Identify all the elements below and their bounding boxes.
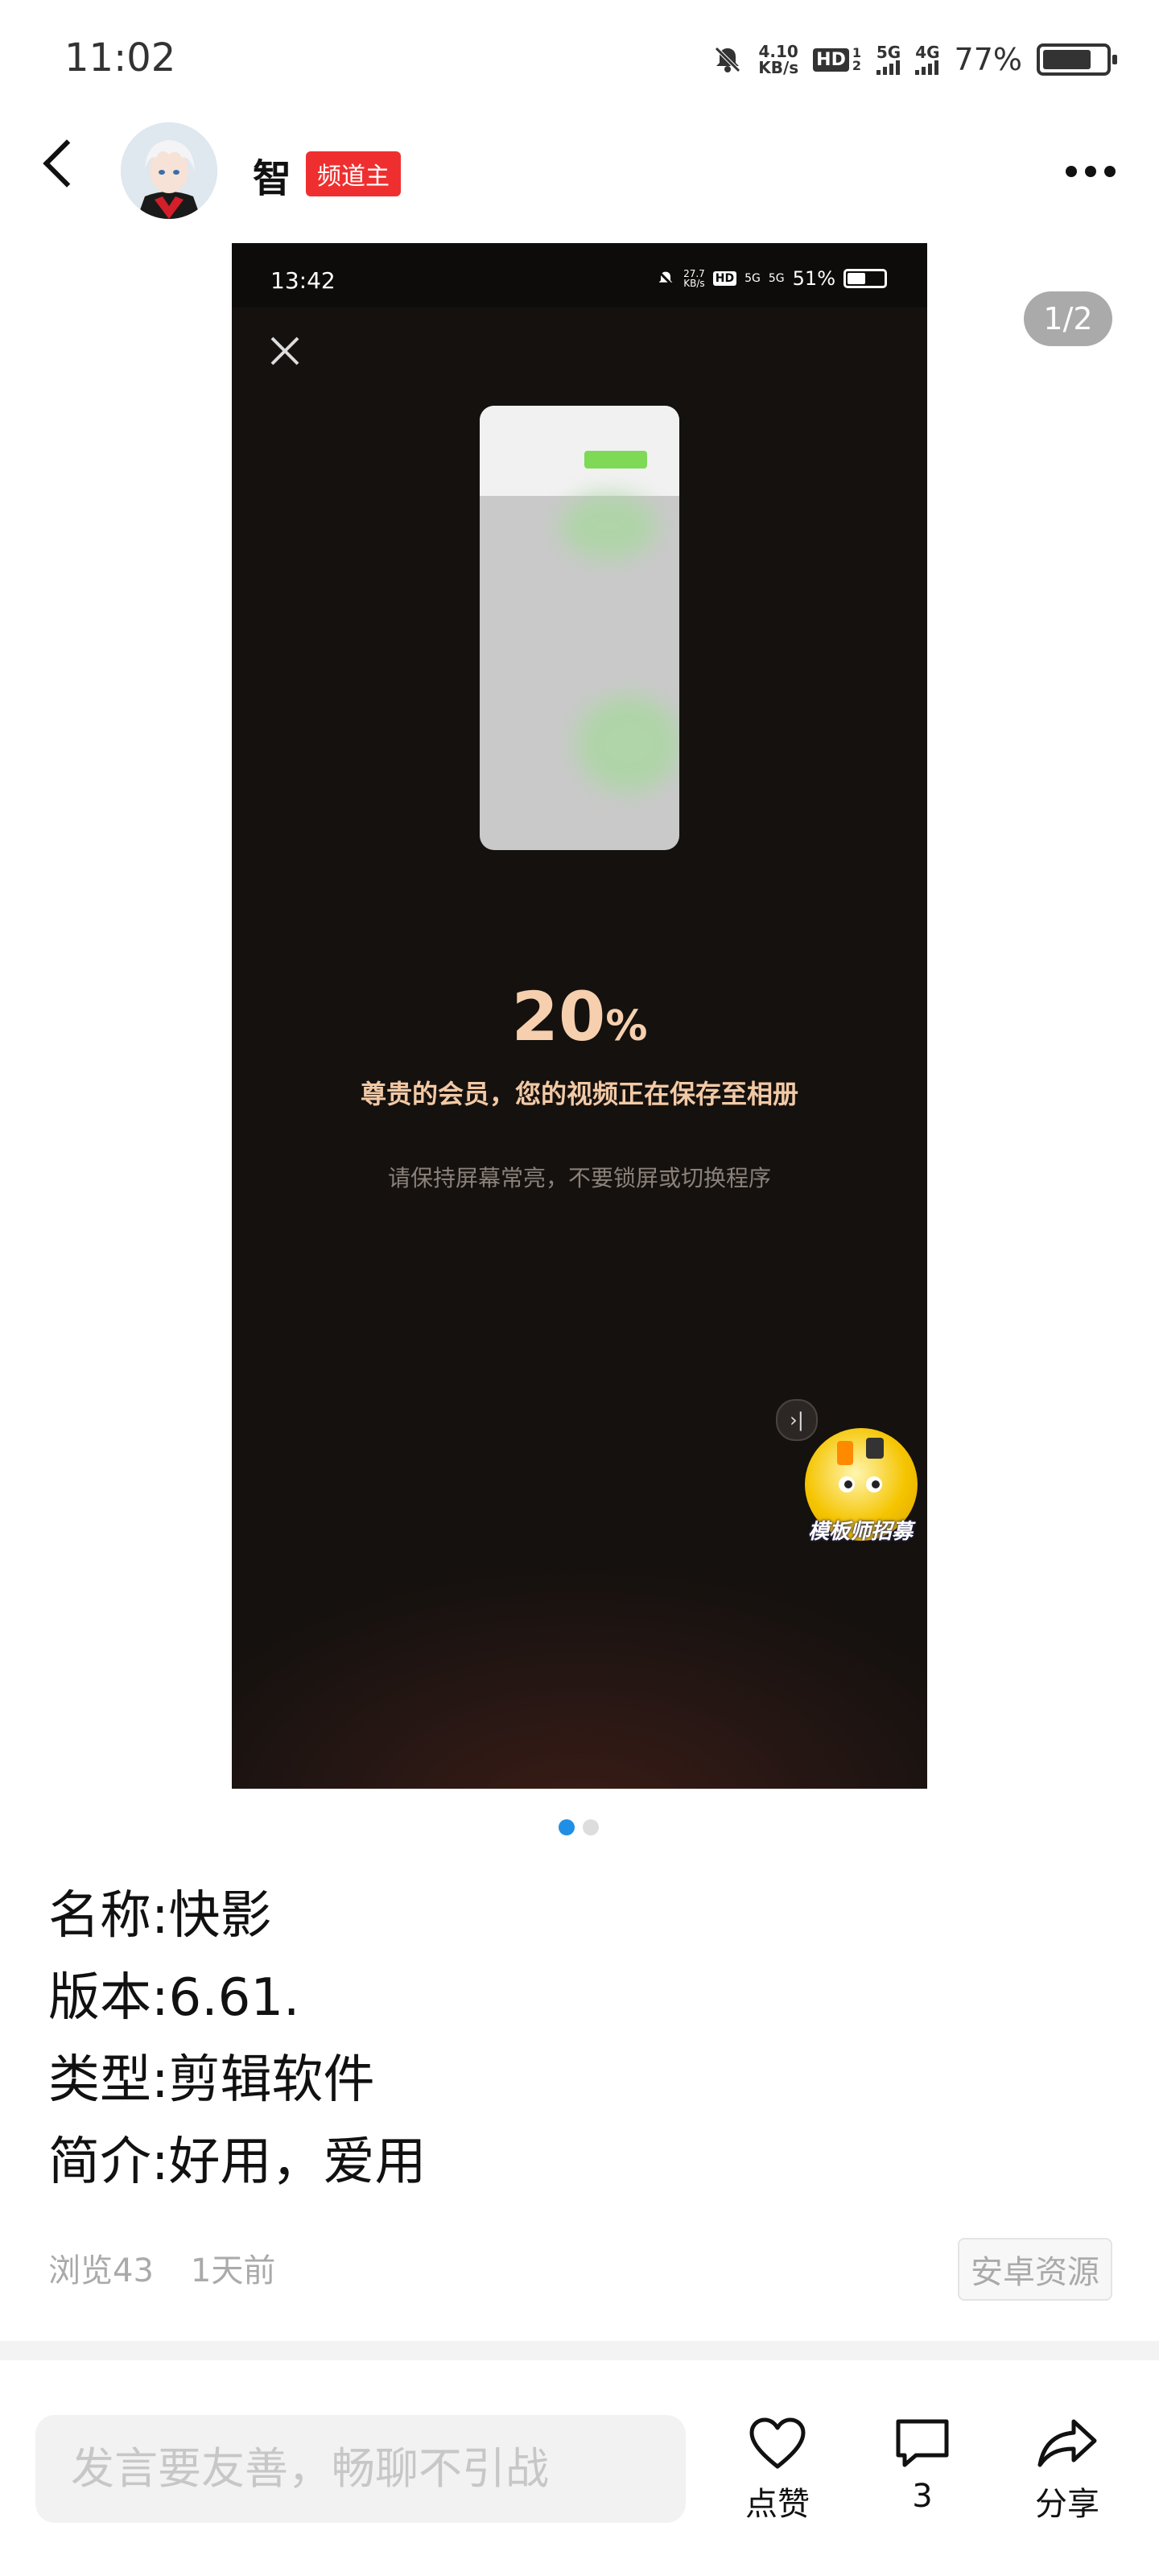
channel-owner-badge: 频道主 [306, 151, 401, 196]
username[interactable]: 智 [253, 147, 291, 203]
net-speed: 4.10 KB/s [758, 43, 798, 76]
status-icons: 4.10 KB/s HD 1 2 5G 4G 77% [711, 35, 1117, 84]
video-preview-thumbnail [480, 406, 679, 850]
close-icon[interactable] [264, 330, 306, 372]
promo-label[interactable]: 模板师招募 [800, 1515, 921, 1545]
comment-input[interactable]: 发言要友善，畅聊不引战 [35, 2415, 686, 2523]
progress-percent: 20% [232, 977, 927, 1056]
avatar-image [121, 122, 217, 219]
inner-status-icons: 27.7 KB/s HD 5G 5G 51% [656, 267, 887, 290]
comment-icon [896, 2419, 949, 2467]
page-indicator [559, 1819, 599, 1835]
view-count: 浏览43 [48, 2252, 154, 2289]
comment-button[interactable]: 3 [874, 2415, 971, 2515]
section-divider [0, 2341, 1159, 2360]
inner-battery-percent: 51% [792, 267, 835, 290]
share-icon [1037, 2419, 1097, 2467]
preview-blur [576, 696, 679, 792]
net-speed-unit: KB/s [758, 58, 799, 77]
hd-label: HD [813, 47, 849, 72]
signal-bars-icon [876, 60, 900, 75]
mute-bell-icon [715, 47, 740, 72]
post-line-name: 名称:快影 [48, 1886, 272, 1946]
inner-speed: 27.7 KB/s [683, 269, 705, 288]
mute-bell-icon [658, 270, 674, 287]
status-time: 11:02 [64, 35, 176, 80]
post-line-type: 类型:剪辑软件 [48, 2050, 375, 2110]
signal-5g: 5G [876, 44, 901, 75]
inner-net1: 5G [744, 272, 761, 285]
preview-chat-bubble [584, 451, 647, 469]
battery-icon [1037, 43, 1117, 76]
more-dots-icon[interactable] [1066, 166, 1116, 177]
signal-4g: 4G [915, 43, 940, 75]
page-dot-active [559, 1819, 575, 1835]
hd-indicator: HD 1 2 [813, 47, 862, 72]
post-image[interactable]: 13:42 27.7 KB/s HD 5G 5G 51% 20% 尊贵的会员，您… [232, 243, 927, 1789]
inner-battery-icon [843, 269, 887, 288]
inner-net2: 5G [768, 272, 785, 285]
post-line-intro: 简介:好用，爱用 [48, 2132, 427, 2192]
bottom-glow [232, 1563, 927, 1789]
saving-message: 尊贵的会员，您的视频正在保存至相册 [360, 1079, 798, 1109]
comment-count: 3 [912, 2478, 933, 2515]
inner-hd-label: HD [712, 271, 737, 286]
category-tag[interactable]: 安卓资源 [958, 2238, 1112, 2301]
share-button[interactable]: 分享 [1019, 2415, 1116, 2524]
page-dot [583, 1819, 599, 1835]
progress-unit: % [605, 1002, 648, 1051]
progress-value: 20 [511, 977, 606, 1056]
preview-blur [560, 494, 657, 559]
saving-hint: 请保持屏幕常亮，不要锁屏或切换程序 [387, 1165, 771, 1191]
heart-icon [749, 2417, 806, 2469]
like-label: 点赞 [745, 2486, 810, 2523]
post-meta: 浏览43 1天前 [48, 2244, 275, 2291]
net1-label: 5G [876, 43, 901, 62]
hd-sub: 1 2 [852, 45, 861, 73]
back-arrow-icon[interactable] [43, 139, 91, 188]
post-time: 1天前 [190, 2252, 276, 2289]
preview-chat-header [480, 406, 679, 496]
battery-percent: 77% [954, 42, 1022, 77]
battery-fill [1043, 50, 1091, 69]
like-button[interactable]: 点赞 [729, 2415, 826, 2524]
post-line-version: 版本:6.61. [48, 1968, 300, 2028]
image-counter: 1/2 [1024, 291, 1112, 346]
inner-status-time: 13:42 [270, 267, 336, 294]
signal-bars-icon [915, 60, 939, 75]
inner-speed-unit: KB/s [683, 278, 705, 289]
share-label: 分享 [1035, 2486, 1099, 2523]
avatar[interactable] [121, 122, 217, 219]
net2-label: 4G [915, 43, 940, 62]
net-speed-value: 4.10 [758, 42, 798, 61]
